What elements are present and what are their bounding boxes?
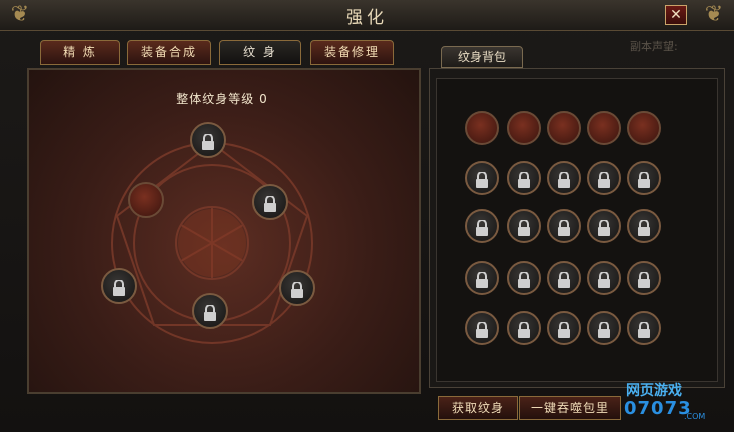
lock-icon — [598, 272, 610, 288]
bag-slot-locked[interactable] — [587, 209, 621, 243]
bag-slot-locked[interactable] — [507, 209, 541, 243]
lock-icon — [518, 172, 530, 188]
title-bar: ❦ 强化 ❦ — [0, 0, 734, 31]
lock-icon — [264, 196, 276, 212]
bag-slot-locked[interactable] — [627, 311, 661, 345]
tattoo-slot-top[interactable] — [190, 122, 226, 158]
lock-icon — [291, 282, 303, 298]
lock-icon — [638, 220, 650, 236]
bag-slot-empty[interactable] — [627, 111, 661, 145]
site-watermark-logo: 网页游戏 07073 .COM — [622, 380, 730, 428]
devour-all-button[interactable]: 一键吞噬包里 — [519, 396, 621, 420]
window-title: 强化 — [346, 8, 388, 28]
bag-slot-locked[interactable] — [547, 261, 581, 295]
lock-icon — [476, 172, 488, 188]
lock-icon — [638, 272, 650, 288]
tab-tattoo-bag[interactable]: 纹身背包 — [441, 46, 523, 68]
lock-icon — [558, 172, 570, 188]
bag-slot-locked[interactable] — [587, 161, 621, 195]
lock-icon — [558, 322, 570, 338]
tattoo-slot-upper-right[interactable] — [252, 184, 288, 220]
acquire-tattoo-button[interactable]: 获取纹身 — [438, 396, 518, 420]
bag-slot-locked[interactable] — [627, 209, 661, 243]
watermark-line1: 网页游戏 — [626, 383, 682, 399]
lock-icon — [598, 220, 610, 236]
lock-icon — [598, 172, 610, 188]
tattoo-slot-upper-left[interactable] — [128, 182, 164, 218]
bag-slot-locked[interactable] — [547, 311, 581, 345]
bag-slot-locked[interactable] — [465, 261, 499, 295]
dragon-ornament-right-icon: ❦ — [704, 2, 724, 27]
bag-slot-empty[interactable] — [465, 111, 499, 145]
lock-icon — [476, 272, 488, 288]
bag-slot-locked[interactable] — [627, 161, 661, 195]
lock-icon — [638, 322, 650, 338]
close-button[interactable]: ✕ — [665, 5, 687, 25]
bag-slot-empty[interactable] — [547, 111, 581, 145]
bag-slot-locked[interactable] — [465, 161, 499, 195]
tattoo-slot-lower-left[interactable] — [101, 268, 137, 304]
tab-equip-synthesis[interactable]: 装备合成 — [127, 40, 211, 65]
bag-slot-locked[interactable] — [465, 209, 499, 243]
magic-circle-icon — [111, 141, 313, 344]
bag-slot-empty[interactable] — [587, 111, 621, 145]
bag-slot-locked[interactable] — [547, 161, 581, 195]
lock-icon — [476, 220, 488, 236]
lock-icon — [518, 220, 530, 236]
bag-slot-locked[interactable] — [507, 161, 541, 195]
lock-icon — [202, 134, 214, 150]
lock-icon — [204, 305, 216, 321]
tattoo-panel — [27, 68, 421, 394]
lock-icon — [518, 272, 530, 288]
bag-slot-locked[interactable] — [627, 261, 661, 295]
bag-slot-locked[interactable] — [507, 261, 541, 295]
lock-icon — [518, 322, 530, 338]
watermark-suffix: .COM — [684, 412, 706, 421]
bag-slot-locked[interactable] — [465, 311, 499, 345]
bag-slot-locked[interactable] — [547, 209, 581, 243]
tab-equip-repair[interactable]: 装备修理 — [310, 40, 394, 65]
watermark-line2: 07073 — [624, 398, 692, 419]
tattoo-slot-lower-right[interactable] — [279, 270, 315, 306]
lock-icon — [476, 322, 488, 338]
lock-icon — [638, 172, 650, 188]
lock-icon — [113, 280, 125, 296]
bag-slot-locked[interactable] — [587, 311, 621, 345]
overall-tattoo-level: 整体纹身等级 0 — [176, 92, 268, 106]
tab-refine[interactable]: 精 炼 — [40, 40, 120, 65]
bag-slot-empty[interactable] — [507, 111, 541, 145]
lock-icon — [558, 220, 570, 236]
lock-icon — [598, 322, 610, 338]
reputation-label: 副本声望: — [630, 40, 678, 53]
tab-tattoo[interactable]: 纹 身 — [219, 40, 301, 65]
bag-slot-locked[interactable] — [507, 311, 541, 345]
tattoo-slot-bottom[interactable] — [192, 293, 228, 329]
lock-icon — [558, 272, 570, 288]
bag-slot-locked[interactable] — [587, 261, 621, 295]
